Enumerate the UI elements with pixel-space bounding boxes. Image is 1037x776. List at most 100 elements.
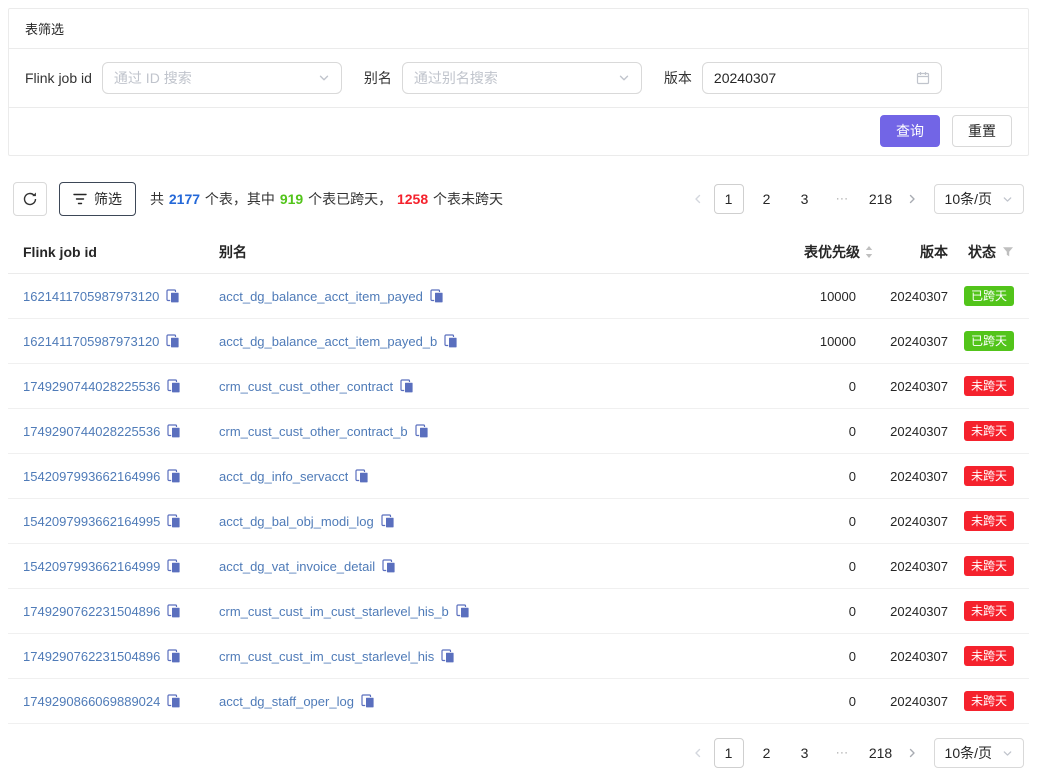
row-id-link[interactable]: 1749290744028225536	[23, 424, 160, 439]
column-header-version: 版本	[874, 242, 948, 262]
column-header-priority[interactable]: 表优先级	[698, 242, 874, 262]
pagination-page-218[interactable]: 218	[866, 738, 896, 768]
summary-part3: 个表已跨天，	[304, 191, 396, 207]
reset-button[interactable]: 重置	[952, 115, 1012, 147]
copy-icon[interactable]	[456, 604, 470, 618]
row-status-cell: 已跨天	[948, 331, 1014, 351]
summary-part1: 共	[150, 191, 168, 207]
row-id-link[interactable]: 1749290762231504896	[23, 604, 160, 619]
row-alias-cell: acct_dg_vat_invoice_detail	[219, 559, 698, 574]
flink-job-id-select[interactable]: 通过 ID 搜索	[102, 62, 342, 94]
chevron-left-icon	[692, 747, 704, 759]
row-alias-link[interactable]: crm_cust_cust_im_cust_starlevel_his	[219, 649, 434, 664]
row-id-cell: 1749290866069889024	[23, 694, 219, 709]
row-alias-link[interactable]: acct_dg_bal_obj_modi_log	[219, 514, 374, 529]
copy-icon[interactable]	[167, 379, 181, 393]
table-row: 1749290744028225536 crm_cust_cust_other_…	[8, 409, 1029, 454]
table-row: 1749290866069889024 acct_dg_staff_oper_l…	[8, 679, 1029, 724]
table-header-row: Flink job id 别名 表优先级 版本 状态	[8, 230, 1029, 274]
copy-icon[interactable]	[167, 649, 181, 663]
pagination-page-218[interactable]: 218	[866, 184, 896, 214]
row-alias-link[interactable]: acct_dg_vat_invoice_detail	[219, 559, 375, 574]
copy-icon[interactable]	[167, 559, 181, 573]
prev-page-button[interactable]	[686, 738, 710, 768]
row-id-link[interactable]: 1542097993662164995	[23, 514, 160, 529]
row-id-link[interactable]: 1542097993662164999	[23, 559, 160, 574]
prev-page-button[interactable]	[686, 184, 710, 214]
pagination-page-1[interactable]: 1	[714, 738, 744, 768]
copy-icon[interactable]	[430, 289, 444, 303]
status-badge: 未跨天	[964, 376, 1014, 396]
copy-icon[interactable]	[441, 649, 455, 663]
refresh-button[interactable]	[13, 182, 47, 216]
row-alias-link[interactable]: acct_dg_info_servacct	[219, 469, 348, 484]
row-alias-link[interactable]: acct_dg_staff_oper_log	[219, 694, 354, 709]
row-id-link[interactable]: 1749290744028225536	[23, 379, 160, 394]
funnel-filter-icon[interactable]	[1002, 246, 1014, 258]
table-row: 1749290762231504896 crm_cust_cust_im_cus…	[8, 634, 1029, 679]
row-priority: 0	[698, 649, 874, 664]
pagination-page-3[interactable]: 3	[790, 738, 820, 768]
alias-select[interactable]: 通过别名搜索	[402, 62, 642, 94]
pagination-page-3[interactable]: 3	[790, 184, 820, 214]
pagination-page-1[interactable]: 1	[714, 184, 744, 214]
copy-icon[interactable]	[382, 559, 396, 573]
filter-button[interactable]: 筛选	[59, 182, 136, 216]
pagination-page-2[interactable]: 2	[752, 184, 782, 214]
status-badge: 未跨天	[964, 511, 1014, 531]
version-value: 20240307	[714, 70, 776, 86]
row-id-cell: 1542097993662164999	[23, 559, 219, 574]
copy-icon[interactable]	[381, 514, 395, 528]
row-status-cell: 未跨天	[948, 601, 1014, 621]
copy-icon[interactable]	[166, 334, 180, 348]
column-header-priority-label: 表优先级	[804, 242, 860, 262]
pagination-bottom-row: 123⋯218 10条/页	[8, 738, 1029, 768]
row-id-link[interactable]: 1749290866069889024	[23, 694, 160, 709]
row-priority: 0	[698, 379, 874, 394]
summary-part2: 个表，其中	[201, 191, 279, 207]
row-version: 20240307	[874, 514, 948, 529]
row-id-cell: 1542097993662164995	[23, 514, 219, 529]
copy-icon[interactable]	[167, 469, 181, 483]
row-version: 20240307	[874, 289, 948, 304]
copy-icon[interactable]	[167, 694, 181, 708]
row-id-link[interactable]: 1542097993662164996	[23, 469, 160, 484]
copy-icon[interactable]	[166, 289, 180, 303]
next-page-button[interactable]	[900, 738, 924, 768]
row-alias-link[interactable]: crm_cust_cust_im_cust_starlevel_his_b	[219, 604, 449, 619]
query-button[interactable]: 查询	[880, 115, 940, 147]
row-alias-link[interactable]: acct_dg_balance_acct_item_payed_b	[219, 334, 437, 349]
row-id-link[interactable]: 1621411705987973120	[23, 334, 159, 349]
row-alias-link[interactable]: acct_dg_balance_acct_item_payed	[219, 289, 423, 304]
alias-field: 别名 通过别名搜索	[364, 62, 642, 94]
copy-icon[interactable]	[415, 424, 429, 438]
copy-icon[interactable]	[167, 424, 181, 438]
sort-icon[interactable]	[864, 245, 874, 259]
copy-icon[interactable]	[361, 694, 375, 708]
total-tables-count: 2177	[169, 191, 200, 207]
copy-icon[interactable]	[167, 604, 181, 618]
copy-icon[interactable]	[355, 469, 369, 483]
copy-icon[interactable]	[444, 334, 458, 348]
copy-icon[interactable]	[400, 379, 414, 393]
row-alias-link[interactable]: crm_cust_cust_other_contract	[219, 379, 393, 394]
filter-lines-icon	[73, 193, 87, 205]
next-page-button[interactable]	[900, 184, 924, 214]
row-id-cell: 1621411705987973120	[23, 289, 219, 304]
row-alias-link[interactable]: crm_cust_cust_other_contract_b	[219, 424, 408, 439]
row-alias-cell: crm_cust_cust_im_cust_starlevel_his_b	[219, 604, 698, 619]
row-id-cell: 1749290744028225536	[23, 424, 219, 439]
filter-actions-row: 查询 重置	[9, 108, 1028, 155]
page-size-select[interactable]: 10条/页	[934, 184, 1024, 214]
toolbar: 筛选 共 2177 个表，其中 919 个表已跨天， 1258 个表未跨天 12…	[8, 182, 1029, 216]
row-id-link[interactable]: 1749290762231504896	[23, 649, 160, 664]
row-id-link[interactable]: 1621411705987973120	[23, 289, 159, 304]
copy-icon[interactable]	[167, 514, 181, 528]
row-status-cell: 未跨天	[948, 646, 1014, 666]
version-date-input[interactable]: 20240307	[702, 62, 942, 94]
summary-text: 共 2177 个表，其中 919 个表已跨天， 1258 个表未跨天	[150, 189, 503, 209]
page-size-select[interactable]: 10条/页	[934, 738, 1024, 768]
table-row: 1542097993662164996 acct_dg_info_servacc…	[8, 454, 1029, 499]
flink-job-id-label: Flink job id	[25, 70, 92, 86]
pagination-page-2[interactable]: 2	[752, 738, 782, 768]
